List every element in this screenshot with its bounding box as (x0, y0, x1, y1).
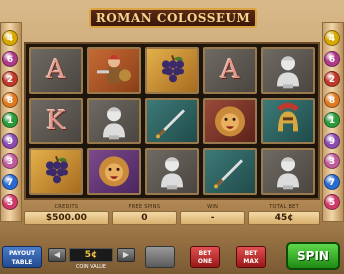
reel-cell (145, 47, 199, 94)
spin-button[interactable]: SPIN (286, 242, 340, 270)
line-indicator[interactable]: 8 (324, 91, 340, 108)
dagger-icon (214, 159, 243, 189)
left-line-indicators: 4 6 2 8 1 9 3 7 5 (2, 30, 20, 215)
reel-cell (145, 97, 199, 145)
lion-icon (99, 156, 129, 187)
line-indicator[interactable]: 4 (324, 30, 340, 46)
line-indicator[interactable]: 7 (2, 173, 18, 190)
reel-cell (29, 148, 83, 195)
coin-value-label: COIN VALUE (75, 264, 107, 270)
bust-icon (277, 157, 299, 190)
total-bet-value: 45¢ (248, 211, 320, 225)
reel-cell: A (29, 47, 83, 94)
letter-symbol: A (220, 55, 240, 86)
gladiator-icon (97, 54, 131, 84)
reel-grid: AAK (24, 42, 320, 200)
free-spins-value: 0 (111, 211, 178, 225)
line-indicator[interactable]: 9 (2, 132, 18, 149)
reel-cell (261, 47, 315, 94)
coin-increase-button[interactable]: ▶ (117, 248, 135, 262)
total-bet-stat: TOTAL BET 45¢ (248, 204, 320, 228)
reel-cell (145, 148, 199, 195)
letter-symbol: K (46, 105, 66, 136)
line-indicator[interactable]: 2 (324, 71, 340, 87)
line-indicator[interactable]: 3 (2, 153, 18, 169)
coin-value-display: 5¢ (69, 248, 113, 262)
reel-cell: K (29, 97, 83, 145)
dagger-icon (156, 108, 185, 138)
line-indicator[interactable]: 7 (324, 173, 340, 190)
grapes-icon (46, 156, 68, 184)
bet-one-button[interactable]: BET ONE (190, 246, 220, 268)
reel-cell (87, 148, 141, 195)
lion-icon (215, 105, 245, 136)
bust-icon (161, 157, 183, 190)
stats-panel: CREDITS $500.00 FREE SPINS 0 WIN - TOTAL… (24, 204, 320, 228)
line-indicator[interactable]: 1 (2, 112, 18, 128)
line-indicator[interactable]: 2 (2, 71, 18, 87)
reel-cell (203, 148, 257, 195)
bust-icon (277, 56, 299, 89)
bust-icon (103, 106, 125, 139)
line-indicator[interactable]: 5 (2, 194, 18, 210)
credits-label: CREDITS (54, 204, 79, 210)
line-indicator[interactable]: 9 (324, 132, 340, 149)
bet-max-button[interactable]: BET MAX (236, 246, 266, 268)
credits-value: $500.00 (24, 211, 109, 225)
line-indicator[interactable]: 3 (324, 153, 340, 169)
reel-cell (87, 47, 141, 94)
win-stat: WIN - (180, 204, 246, 228)
line-indicator[interactable]: 8 (2, 91, 18, 108)
credits-stat: CREDITS $500.00 (24, 204, 109, 228)
reel-cell (261, 97, 315, 145)
reel-cell (261, 148, 315, 195)
autoplay-button[interactable] (145, 246, 175, 268)
line-indicator[interactable]: 4 (2, 30, 18, 46)
coin-decrease-button[interactable]: ◀ (48, 248, 66, 262)
game-title: ROMAN COLOSSEUM (89, 8, 257, 28)
line-indicator[interactable]: 6 (2, 50, 18, 67)
reel-cell (203, 97, 257, 145)
reel-cell: A (203, 47, 257, 94)
line-indicator[interactable]: 1 (324, 112, 340, 128)
payout-table-button[interactable]: PAYOUT TABLE (2, 246, 42, 268)
line-indicator[interactable]: 5 (324, 194, 340, 210)
free-spins-stat: FREE SPINS 0 (111, 204, 178, 228)
win-label: WIN (207, 204, 219, 210)
reel-cell (87, 97, 141, 145)
controls-bar: PAYOUT TABLE ◀ 5¢ COIN VALUE ▶ BET ONE B… (0, 240, 344, 274)
letter-symbol: A (46, 55, 66, 86)
total-bet-label: TOTAL BET (269, 204, 299, 210)
grapes-icon (162, 54, 184, 83)
right-line-indicators: 4 6 2 8 1 9 3 7 5 (324, 30, 342, 215)
line-indicator[interactable]: 6 (324, 50, 340, 67)
helmet-icon (277, 102, 299, 131)
win-value: - (180, 211, 246, 225)
free-spins-label: FREE SPINS (128, 204, 161, 210)
